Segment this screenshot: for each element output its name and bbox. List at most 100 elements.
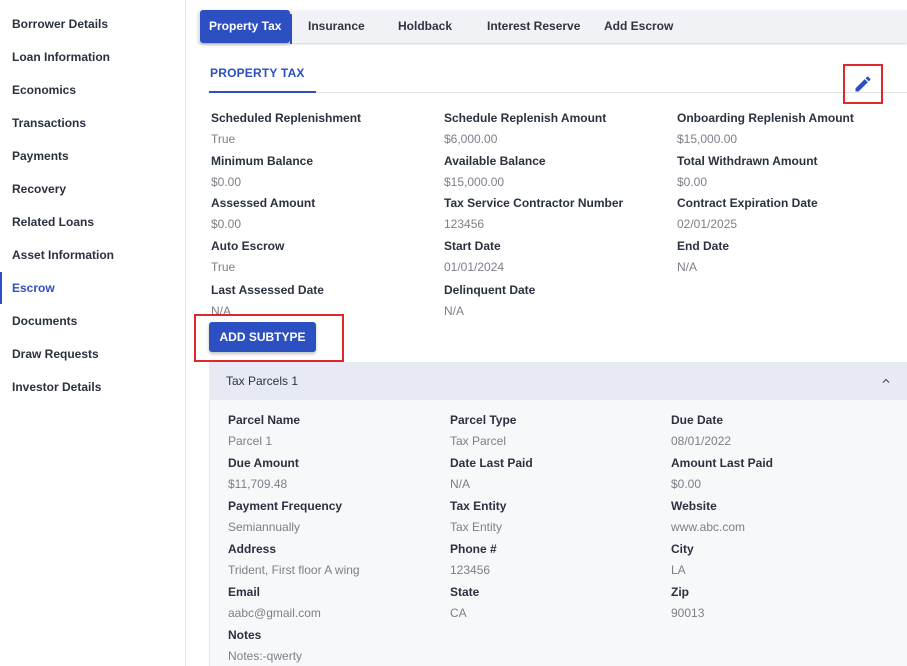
field-value: 01/01/2024 <box>444 260 505 274</box>
field-value: $11,709.48 <box>228 477 288 491</box>
field-minimum-balance: Minimum Balance $0.00 <box>211 154 313 190</box>
parcel-field-amount-last-paid: Amount Last Paid $0.00 <box>671 456 773 492</box>
field-label: Auto Escrow <box>211 239 285 253</box>
add-subtype-highlight <box>194 314 344 362</box>
tab-active-divider <box>290 14 292 44</box>
field-label: Scheduled Replenishment <box>211 111 362 125</box>
field-label: Phone # <box>450 542 497 556</box>
sidebar-item-payments[interactable]: Payments <box>0 140 184 172</box>
field-value: 02/01/2025 <box>677 217 738 231</box>
field-onboarding-replenish-amount: Onboarding Replenish Amount $15,000.00 <box>677 111 854 147</box>
field-label: Parcel Name <box>228 413 301 427</box>
tab-holdback[interactable]: Holdback <box>398 10 452 43</box>
pencil-icon <box>855 76 871 92</box>
sidebar-item-related-loans[interactable]: Related Loans <box>0 206 184 238</box>
field-label: Schedule Replenish Amount <box>444 111 607 125</box>
field-start-date: Start Date 01/01/2024 <box>444 239 504 275</box>
field-value: CA <box>450 606 467 620</box>
field-available-balance: Available Balance $15,000.00 <box>444 154 546 190</box>
field-value: 123456 <box>444 217 485 231</box>
sidebar-item-borrower-details[interactable]: Borrower Details <box>0 8 184 40</box>
field-label: Tax Entity <box>450 499 507 513</box>
sidebar-item-escrow[interactable]: Escrow <box>0 272 184 304</box>
field-label: End Date <box>677 239 730 253</box>
field-value: 08/01/2022 <box>671 434 732 448</box>
field-label: Address <box>228 542 277 556</box>
sidebar-item-draw-requests[interactable]: Draw Requests <box>0 338 184 370</box>
sidebar-item-loan-information[interactable]: Loan Information <box>0 41 184 73</box>
sidebar-item-transactions[interactable]: Transactions <box>0 107 184 139</box>
sidebar-item-recovery[interactable]: Recovery <box>0 173 184 205</box>
field-label: Available Balance <box>444 154 546 168</box>
parcel-field-due-date: Due Date 08/01/2022 <box>671 413 731 449</box>
field-value: N/A <box>444 304 465 318</box>
field-label: Start Date <box>444 239 501 253</box>
parcel-field-parcel-type: Parcel Type Tax Parcel <box>450 413 516 449</box>
field-value: $15,000.00 <box>677 132 738 146</box>
parcel-field-notes: Notes Notes:-qwerty <box>228 628 302 664</box>
field-value: 123456 <box>450 563 491 577</box>
field-label: Due Date <box>671 413 724 427</box>
section-title: PROPERTY TAX <box>210 66 305 80</box>
field-value: True <box>211 132 236 146</box>
field-label: Parcel Type <box>450 413 517 427</box>
tax-parcel-header[interactable]: Tax Parcels 1 <box>209 362 907 400</box>
field-total-withdrawn-amount: Total Withdrawn Amount $0.00 <box>677 154 818 190</box>
parcel-field-tax-entity: Tax Entity Tax Entity <box>450 499 506 535</box>
field-value: N/A <box>450 477 471 491</box>
tab-interest-reserve[interactable]: Interest Reserve <box>487 10 580 43</box>
field-label: Payment Frequency <box>228 499 343 513</box>
field-value: Trident, First floor A wing <box>228 563 360 577</box>
field-label: City <box>671 542 694 556</box>
sidebar-nav: Borrower Details Loan Information Econom… <box>0 0 186 666</box>
parcel-field-email: Email aabc@gmail.com <box>228 585 321 621</box>
parcel-field-payment-frequency: Payment Frequency Semiannually <box>228 499 342 535</box>
chevron-up-icon[interactable] <box>879 374 893 388</box>
parcel-field-zip: Zip 90013 <box>671 585 704 621</box>
sidebar-item-documents[interactable]: Documents <box>0 305 184 337</box>
field-label: Minimum Balance <box>211 154 314 168</box>
field-label: Website <box>671 499 717 513</box>
field-label: Last Assessed Date <box>211 283 324 297</box>
parcel-field-due-amount: Due Amount $11,709.48 <box>228 456 299 492</box>
parcel-field-phone: Phone # 123456 <box>450 542 497 578</box>
field-label: Due Amount <box>228 456 299 470</box>
field-label: Contract Expiration Date <box>677 196 818 210</box>
field-value: Notes:-qwerty <box>228 649 303 663</box>
field-value: $0.00 <box>677 175 708 189</box>
field-label: Tax Service Contractor Number <box>444 196 624 210</box>
field-label: Total Withdrawn Amount <box>677 154 818 168</box>
field-value: Tax Entity <box>450 520 503 534</box>
parcel-field-city: City LA <box>671 542 694 578</box>
field-value: Tax Parcel <box>450 434 507 448</box>
field-value: 90013 <box>671 606 705 620</box>
field-value: LA <box>671 563 686 577</box>
section-title-underline <box>209 91 316 93</box>
tab-add-escrow[interactable]: Add Escrow <box>604 10 673 43</box>
field-label: Notes <box>228 628 262 642</box>
edit-button[interactable] <box>843 64 883 104</box>
parcel-field-website: Website www.abc.com <box>671 499 745 535</box>
tab-insurance[interactable]: Insurance <box>308 10 365 43</box>
field-assessed-amount: Assessed Amount $0.00 <box>211 196 315 232</box>
field-label: Delinquent Date <box>444 283 536 297</box>
parcel-field-state: State CA <box>450 585 479 621</box>
field-schedule-replenish-amount: Schedule Replenish Amount $6,000.00 <box>444 111 606 147</box>
sidebar-item-investor-details[interactable]: Investor Details <box>0 371 184 403</box>
field-value: N/A <box>677 260 698 274</box>
sidebar-item-economics[interactable]: Economics <box>0 74 184 106</box>
tab-property-tax[interactable]: Property Tax <box>200 10 291 43</box>
field-value: Semiannually <box>228 520 301 534</box>
sidebar-item-asset-information[interactable]: Asset Information <box>0 239 184 271</box>
field-delinquent-date: Delinquent Date N/A <box>444 283 535 319</box>
field-auto-escrow: Auto Escrow True <box>211 239 284 275</box>
parcel-field-parcel-name: Parcel Name Parcel 1 <box>228 413 300 449</box>
field-label: Amount Last Paid <box>671 456 774 470</box>
field-label: Date Last Paid <box>450 456 533 470</box>
field-value: $0.00 <box>211 175 242 189</box>
field-label: State <box>450 585 480 599</box>
tax-parcel-title: Tax Parcels 1 <box>226 374 299 388</box>
field-value: $15,000.00 <box>444 175 505 189</box>
field-contract-expiration-date: Contract Expiration Date 02/01/2025 <box>677 196 818 232</box>
field-label: Email <box>228 585 261 599</box>
